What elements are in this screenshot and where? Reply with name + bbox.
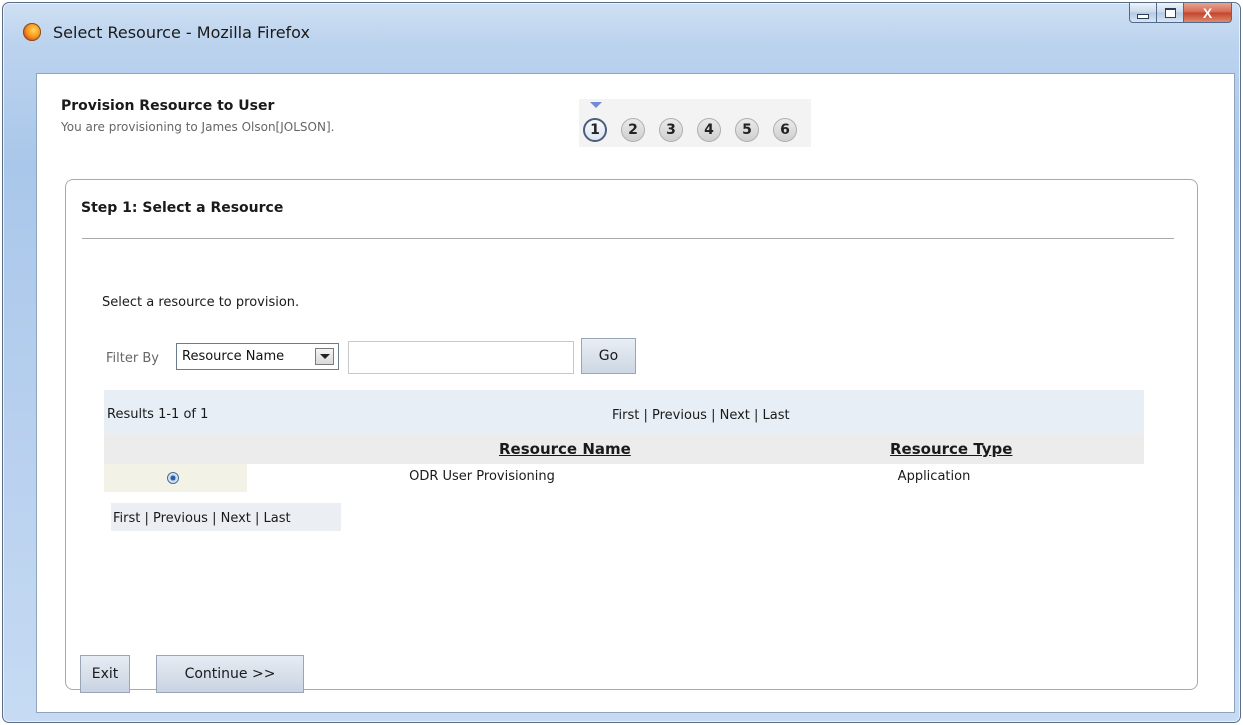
filter-label: Filter By — [106, 351, 159, 366]
select-cell — [104, 464, 247, 492]
row-select-radio[interactable] — [167, 472, 179, 484]
table-header: Resource Name Resource Type — [104, 434, 1144, 464]
step-panel: Step 1: Select a Resource Select a resou… — [65, 179, 1198, 693]
instruction-text: Select a resource to provision. — [102, 295, 300, 310]
pager-first-link[interactable]: First — [113, 511, 145, 526]
go-button[interactable]: Go — [581, 338, 636, 374]
resource-name-cell: ODR User Provisioning — [409, 469, 555, 484]
step-title: Step 1: Select a Resource — [81, 200, 284, 216]
pager-previous-link[interactable]: | Previous — [145, 511, 213, 526]
column-header-resource-type[interactable]: Resource Type — [890, 440, 1012, 458]
column-header-resource-name[interactable]: Resource Name — [499, 440, 631, 458]
train-step-1[interactable]: 1 — [583, 118, 607, 142]
train-step-3[interactable]: 3 — [659, 118, 683, 142]
pager-last-link[interactable]: | Last — [255, 511, 291, 526]
minimize-button[interactable] — [1129, 3, 1157, 23]
continue-button[interactable]: Continue >> — [156, 655, 304, 693]
divider — [82, 238, 1174, 239]
window-title: Select Resource - Mozilla Firefox — [53, 23, 310, 42]
filter-select[interactable]: Resource Name — [176, 343, 339, 370]
close-button[interactable]: X — [1184, 3, 1232, 23]
resource-type-cell: Application — [897, 469, 971, 484]
filter-input[interactable] — [348, 341, 574, 374]
train-step-6[interactable]: 6 — [773, 118, 797, 142]
close-icon: X — [1202, 4, 1213, 21]
minimize-icon — [1137, 14, 1149, 19]
train-step-2[interactable]: 2 — [621, 118, 645, 142]
title-bar[interactable]: Select Resource - Mozilla Firefox X — [3, 3, 1240, 55]
pager-first-link[interactable]: First — [612, 408, 644, 423]
results-pager: First | Previous | Next | Last — [612, 408, 790, 423]
chevron-down-icon[interactable] — [315, 348, 334, 365]
browser-window: Select Resource - Mozilla Firefox X Prov… — [2, 2, 1241, 723]
pager-previous-link[interactable]: | Previous — [644, 408, 712, 423]
step-train: 1 2 3 4 5 6 — [579, 99, 811, 147]
table-row[interactable]: ODR User Provisioning Application — [104, 464, 1144, 492]
results-count: Results 1-1 of 1 — [107, 407, 209, 422]
page-title: Provision Resource to User — [61, 98, 275, 114]
maximize-icon — [1164, 7, 1176, 18]
maximize-button[interactable] — [1157, 3, 1184, 23]
pager-next-link[interactable]: | Next — [711, 408, 754, 423]
current-step-arrow-icon — [590, 102, 602, 108]
firefox-icon — [23, 23, 41, 41]
pager-last-link[interactable]: | Last — [754, 408, 790, 423]
train-step-5[interactable]: 5 — [735, 118, 759, 142]
results-toolbar: Results 1-1 of 1 First | Previous | Next… — [104, 390, 1144, 434]
bottom-pager: First | Previous | Next | Last — [113, 511, 291, 526]
pager-next-link[interactable]: | Next — [212, 511, 255, 526]
page-content: Provision Resource to User You are provi… — [36, 73, 1235, 713]
train-step-4[interactable]: 4 — [697, 118, 721, 142]
page-subtitle: You are provisioning to James Olson[JOLS… — [61, 120, 335, 134]
window-controls: X — [1129, 3, 1232, 23]
exit-button[interactable]: Exit — [80, 655, 130, 693]
filter-select-value: Resource Name — [182, 349, 285, 364]
